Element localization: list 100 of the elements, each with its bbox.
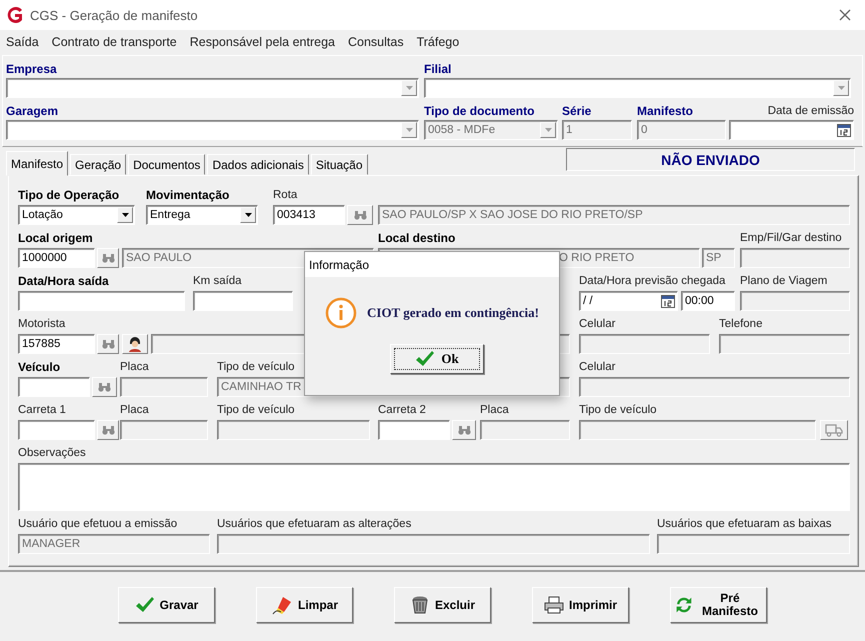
notes-field[interactable]	[18, 463, 850, 511]
field-label: Garagem	[6, 104, 60, 118]
text-field[interactable]: SP	[702, 248, 735, 268]
pre-manifest-button[interactable]: Pré Manifesto	[670, 587, 767, 623]
text-field[interactable]: SAO PAULO/SP X SAO JOSE DO RIO PRETO/SP	[378, 205, 850, 225]
text-field[interactable]	[657, 534, 850, 554]
action-button[interactable]: Gravar	[118, 587, 215, 623]
text-field[interactable]: 0	[637, 120, 726, 140]
menu-item[interactable]: Responsável pela entrega	[190, 34, 335, 48]
truck-icon	[825, 423, 843, 437]
menu-item[interactable]: Contrato de transporte	[52, 34, 177, 48]
action-button[interactable]: Limpar	[256, 587, 353, 623]
eraser-icon	[270, 595, 293, 615]
dropdown-field[interactable]: Lotação	[18, 205, 135, 225]
caret-icon	[406, 128, 412, 132]
date-field[interactable]: / /	[579, 291, 678, 311]
text-field[interactable]	[579, 334, 710, 354]
field-label: Tipo de veículo	[579, 403, 658, 417]
field-label: Celular	[579, 317, 616, 331]
field-label: Filial	[424, 62, 452, 76]
field-label: Placa	[480, 403, 510, 417]
text-field[interactable]	[740, 248, 850, 268]
binoculars-icon	[458, 425, 470, 435]
caret-icon	[544, 128, 552, 132]
field-label: Tipo de Operação	[18, 188, 120, 202]
text-field[interactable]	[740, 291, 850, 311]
lookup-button[interactable]	[92, 377, 117, 397]
text-field[interactable]: 1000000	[18, 248, 95, 268]
text-field[interactable]: 157885	[18, 334, 95, 354]
lookup-button[interactable]	[97, 248, 119, 268]
field-label: Telefone	[719, 317, 764, 331]
menu-item[interactable]: Saída	[6, 34, 39, 48]
text-field[interactable]	[719, 334, 850, 354]
field-label: Celular	[579, 360, 616, 374]
lookup-button[interactable]	[347, 205, 373, 225]
text-field[interactable]	[18, 377, 90, 397]
calendar-icon	[661, 294, 675, 308]
dropdown-field[interactable]: Entrega	[146, 205, 258, 225]
action-button[interactable]: Excluir	[394, 587, 491, 623]
text-field[interactable]	[579, 377, 850, 397]
text-field[interactable]	[193, 291, 293, 311]
field-label: Placa	[120, 360, 150, 374]
field-label: Emp/Fil/Gar destino	[740, 231, 843, 245]
tab[interactable]: Situação	[310, 154, 368, 175]
text-field[interactable]	[378, 420, 450, 440]
tab[interactable]: Manifesto	[6, 151, 68, 176]
caret-icon	[838, 86, 844, 90]
field-label: Data/Hora previsão chegada	[579, 274, 726, 288]
action-button[interactable]: Imprimir	[532, 587, 629, 623]
lookup-button[interactable]	[97, 334, 119, 354]
field-label: Movimentação	[146, 188, 230, 202]
field-label: Observações	[18, 446, 87, 460]
field-label: Km saída	[193, 274, 243, 288]
text-field[interactable]	[120, 420, 208, 440]
status-panel: NÃO ENVIADO	[566, 148, 855, 171]
binoculars-icon	[102, 425, 114, 435]
person-icon	[127, 336, 143, 352]
driver-button[interactable]	[122, 334, 148, 354]
tab[interactable]: Documentos	[128, 154, 206, 175]
field-label: Motorista	[18, 317, 66, 331]
field-label: Local origem	[18, 231, 94, 245]
trash-icon	[410, 595, 430, 615]
text-field[interactable]: 00:00	[681, 291, 735, 311]
field-label: Usuários que efetuaram as alterações	[217, 517, 412, 531]
text-field[interactable]	[480, 420, 570, 440]
check-icon	[415, 350, 436, 368]
text-field[interactable]	[217, 420, 370, 440]
field-label: Veículo	[18, 360, 62, 374]
field-label: Usuário que efetuou a emissão	[18, 517, 178, 531]
ok-button[interactable]: Ok	[390, 344, 484, 374]
field-label: Empresa	[6, 62, 58, 76]
field-label: Tipo de veículo	[217, 360, 296, 374]
field-label: Usuários que efetuaram as baixas	[657, 517, 833, 531]
field-label: Tipo de documento	[424, 104, 536, 118]
app-logo-icon	[6, 6, 24, 24]
text-field[interactable]: 1	[562, 120, 632, 140]
tab[interactable]: Geração	[70, 154, 126, 175]
truck-button[interactable]	[820, 420, 848, 440]
field-label: Carreta 2	[378, 403, 427, 417]
check-icon	[134, 596, 155, 614]
lookup-button[interactable]	[97, 420, 119, 440]
text-field[interactable]	[217, 534, 650, 554]
text-field[interactable]	[120, 377, 208, 397]
lookup-button[interactable]	[452, 420, 476, 440]
binoculars-icon	[98, 382, 111, 392]
menu-item[interactable]: Tráfego	[416, 34, 460, 48]
binoculars-icon	[354, 210, 366, 220]
tab[interactable]: Dados adicionais	[207, 154, 309, 175]
date-field[interactable]	[729, 120, 854, 140]
field-label: Carreta 1	[18, 403, 67, 417]
text-field[interactable]	[18, 420, 95, 440]
menu-item[interactable]: Consultas	[348, 34, 404, 48]
binoculars-icon	[102, 339, 114, 349]
text-field[interactable]: MANAGER	[18, 534, 210, 554]
text-field[interactable]	[579, 420, 816, 440]
close-icon[interactable]	[839, 9, 851, 21]
caret-icon	[244, 213, 252, 217]
field-label: Manifesto	[637, 104, 694, 118]
text-field[interactable]: 003413	[273, 205, 345, 225]
text-field[interactable]	[18, 291, 185, 311]
